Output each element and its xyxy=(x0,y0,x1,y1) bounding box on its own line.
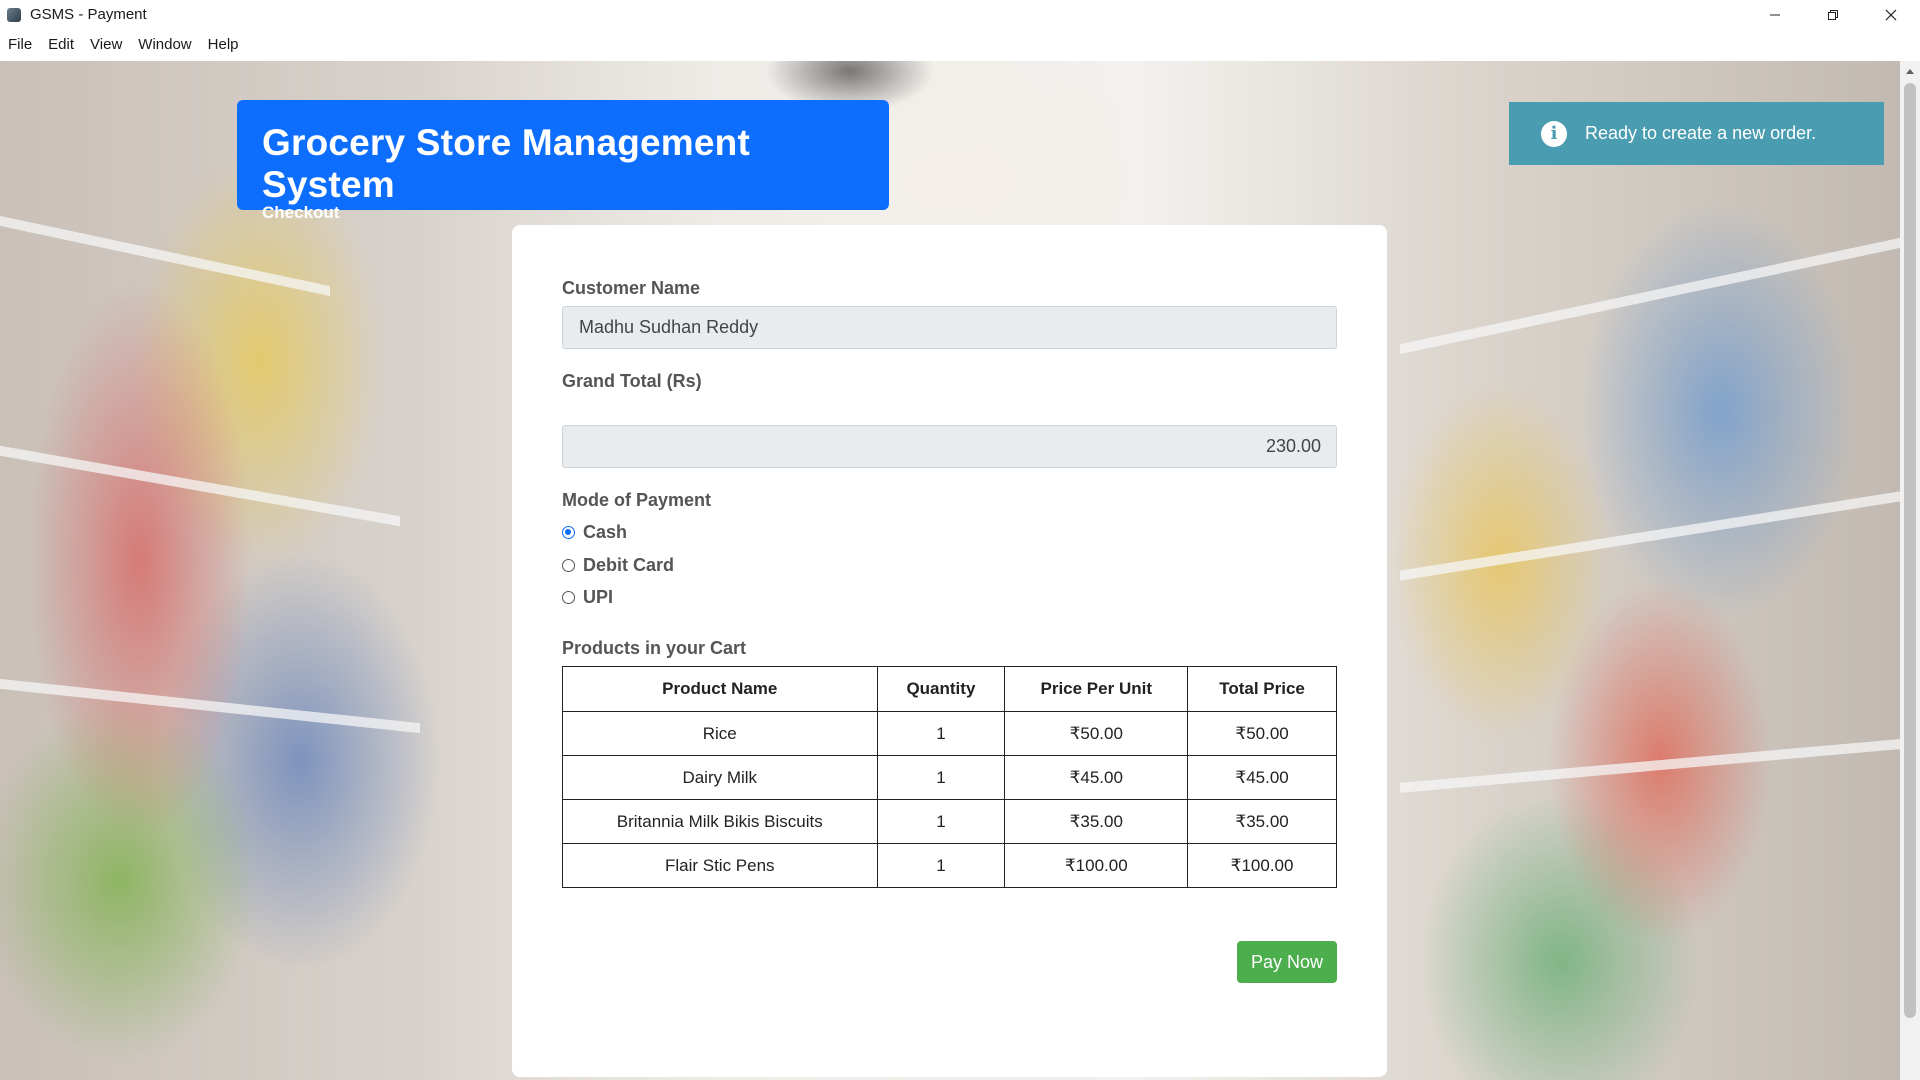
status-toast: i Ready to create a new order. xyxy=(1509,102,1884,165)
unit-price-cell: ₹50.00 xyxy=(1004,711,1189,756)
window-title: GSMS - Payment xyxy=(30,6,147,23)
checkout-card: Customer Name Madhu Sudhan Reddy Grand T… xyxy=(512,225,1387,1077)
scroll-thumb[interactable] xyxy=(1904,83,1916,1018)
close-icon[interactable] xyxy=(1862,0,1920,29)
grand-total-label: Grand Total (Rs) xyxy=(562,371,702,391)
radio-debit-card-label: Debit Card xyxy=(583,555,675,575)
shelf-decor xyxy=(1400,237,1900,355)
window-controls xyxy=(1746,0,1920,29)
customer-name-field[interactable]: Madhu Sudhan Reddy xyxy=(562,306,1337,349)
minimize-icon[interactable] xyxy=(1746,0,1804,29)
quantity-cell: 1 xyxy=(876,799,1006,844)
column-header: Price Per Unit xyxy=(1004,666,1189,712)
shelf-decor xyxy=(0,445,400,527)
product-name-cell: Rice xyxy=(562,711,878,756)
info-icon: i xyxy=(1541,120,1567,147)
scroll-up-icon[interactable] xyxy=(1906,69,1914,74)
customer-name-label: Customer Name xyxy=(562,278,701,298)
cart-table: Product Name Quantity Price Per Unit Tot… xyxy=(562,666,1337,888)
quantity-cell: 1 xyxy=(876,711,1006,756)
pay-now-button[interactable]: Pay Now xyxy=(1237,941,1337,983)
unit-price-cell: ₹45.00 xyxy=(1004,755,1189,800)
radio-cash[interactable] xyxy=(562,526,575,539)
shelf-decor xyxy=(1400,491,1900,581)
page-subtitle: Checkout xyxy=(262,203,340,222)
title-bar: GSMS - Payment xyxy=(0,0,1920,29)
shelf-decor xyxy=(0,215,330,297)
product-name-cell: Britannia Milk Bikis Biscuits xyxy=(562,799,878,844)
table-row: Flair Stic Pens 1 ₹100.00 ₹100.00 xyxy=(562,843,1337,888)
header-banner: Grocery Store Management System Checkout xyxy=(237,100,889,222)
column-header: Product Name xyxy=(562,666,878,712)
grand-total-field[interactable]: 230.00 xyxy=(562,425,1337,468)
menu-help[interactable]: Help xyxy=(200,29,247,61)
radio-debit-card[interactable] xyxy=(562,559,575,572)
table-row: Dairy Milk 1 ₹45.00 ₹45.00 xyxy=(562,755,1337,800)
total-price-cell: ₹35.00 xyxy=(1187,799,1337,844)
menu-edit[interactable]: Edit xyxy=(40,29,82,61)
unit-price-cell: ₹35.00 xyxy=(1004,799,1189,844)
radio-cash-label: Cash xyxy=(583,522,628,542)
vertical-scrollbar[interactable] xyxy=(1900,61,1920,1080)
payment-option-cash[interactable]: Cash xyxy=(562,522,627,543)
menu-bar: File Edit View Window Help xyxy=(0,29,1920,61)
payment-option-upi[interactable]: UPI xyxy=(562,587,613,608)
payment-mode-label: Mode of Payment xyxy=(562,490,712,510)
cart-title: Products in your Cart xyxy=(562,638,747,658)
column-header: Quantity xyxy=(876,666,1006,712)
shelf-decor xyxy=(0,678,420,734)
menu-window[interactable]: Window xyxy=(130,29,199,61)
table-row: Britannia Milk Bikis Biscuits 1 ₹35.00 ₹… xyxy=(562,799,1337,844)
shelf-decor xyxy=(1400,739,1900,793)
total-price-cell: ₹50.00 xyxy=(1187,711,1337,756)
product-name-cell: Flair Stic Pens xyxy=(562,843,878,888)
toast-message: Ready to create a new order. xyxy=(1585,123,1817,143)
product-name-cell: Dairy Milk xyxy=(562,755,878,800)
menu-view[interactable]: View xyxy=(82,29,130,61)
total-price-cell: ₹100.00 xyxy=(1187,843,1337,888)
quantity-cell: 1 xyxy=(876,843,1006,888)
table-row: Rice 1 ₹50.00 ₹50.00 xyxy=(562,711,1337,756)
radio-upi[interactable] xyxy=(562,591,575,604)
unit-price-cell: ₹100.00 xyxy=(1004,843,1189,888)
table-header-row: Product Name Quantity Price Per Unit Tot… xyxy=(562,666,1337,712)
column-header: Total Price xyxy=(1187,666,1337,712)
payment-option-debit-card[interactable]: Debit Card xyxy=(562,555,674,576)
total-price-cell: ₹45.00 xyxy=(1187,755,1337,800)
app-icon xyxy=(7,7,21,22)
page-title: Grocery Store Management System xyxy=(262,122,751,205)
restore-icon[interactable] xyxy=(1804,0,1862,29)
menu-file[interactable]: File xyxy=(0,29,40,61)
quantity-cell: 1 xyxy=(876,755,1006,800)
radio-upi-label: UPI xyxy=(583,587,614,607)
